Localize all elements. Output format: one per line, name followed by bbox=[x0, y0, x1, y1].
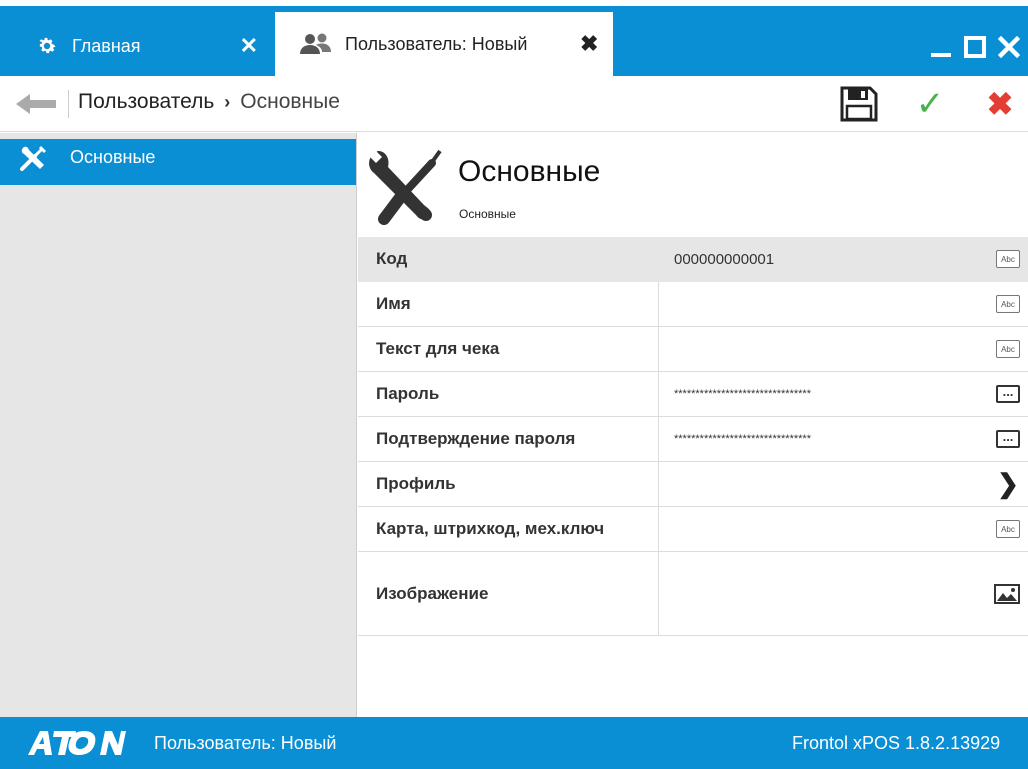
text-editor-icon[interactable]: Abc bbox=[996, 250, 1020, 268]
property-row-password-confirm[interactable]: Подтверждение пароля *******************… bbox=[358, 417, 1028, 462]
property-row-code[interactable]: Код 000000000001 Abc bbox=[358, 237, 1028, 282]
tab-home[interactable]: Главная ✕ bbox=[16, 16, 274, 76]
dots-label: ... bbox=[996, 385, 1020, 403]
back-button[interactable] bbox=[14, 88, 64, 120]
text-editor-icon[interactable]: Abc bbox=[996, 295, 1020, 313]
main-panel: Основные Основные Код 000000000001 Abc И… bbox=[358, 133, 1028, 717]
tools-icon bbox=[16, 145, 50, 173]
abc-label: Abc bbox=[996, 295, 1020, 313]
properties-list: Код 000000000001 Abc Имя Abc Текст для ч… bbox=[358, 237, 1028, 636]
property-row-profile[interactable]: Профиль ❯ bbox=[358, 462, 1028, 507]
breadcrumb-root[interactable]: Пользователь bbox=[78, 90, 214, 114]
property-name: Код bbox=[376, 249, 408, 268]
property-value[interactable]: ******************************** bbox=[674, 372, 811, 416]
breadcrumb-chevron-icon: › bbox=[224, 91, 231, 112]
abc-label: Abc bbox=[996, 340, 1020, 358]
property-row-receipt-text[interactable]: Текст для чека Abc bbox=[358, 327, 1028, 372]
minimize-icon[interactable] bbox=[928, 34, 954, 60]
users-icon bbox=[299, 32, 333, 56]
abc-label: Abc bbox=[996, 250, 1020, 268]
checkmark-icon: ✓ bbox=[915, 85, 945, 123]
section-title: Основные bbox=[458, 155, 601, 188]
property-value[interactable]: ******************************** bbox=[674, 417, 811, 461]
save-button[interactable] bbox=[838, 86, 878, 122]
password-editor-icon[interactable]: ... bbox=[996, 430, 1020, 448]
close-window-icon[interactable] bbox=[996, 34, 1022, 60]
tab-user-label: Пользователь: Новый bbox=[345, 33, 528, 54]
property-value[interactable]: 000000000001 bbox=[674, 237, 774, 281]
window-controls bbox=[928, 34, 1022, 60]
column-divider bbox=[658, 552, 659, 635]
status-bar: Пользователь: Новый Frontol xPOS 1.8.2.1… bbox=[0, 717, 1028, 769]
column-divider bbox=[658, 462, 659, 506]
breadcrumb-separator-line bbox=[68, 90, 69, 118]
tab-home-label: Главная bbox=[72, 35, 141, 56]
property-name: Карта, штрихкод, мех.ключ bbox=[376, 519, 605, 538]
back-arrow-icon bbox=[16, 94, 56, 114]
gear-icon bbox=[36, 35, 58, 57]
dots-label: ... bbox=[996, 430, 1020, 448]
sidebar: Основные bbox=[0, 133, 357, 717]
section-header: Основные Основные bbox=[358, 133, 1028, 237]
column-divider bbox=[658, 417, 659, 461]
tab-user[interactable]: Пользователь: Новый ✖ bbox=[275, 12, 613, 76]
property-row-name[interactable]: Имя Abc bbox=[358, 282, 1028, 327]
property-name: Подтверждение пароля bbox=[376, 429, 576, 448]
property-name: Изображение bbox=[376, 583, 489, 603]
tab-user-close-icon[interactable]: ✖ bbox=[580, 31, 598, 57]
title-bar: Главная ✕ Пользователь: Новый ✖ bbox=[0, 0, 1028, 76]
maximize-icon[interactable] bbox=[962, 34, 988, 60]
column-divider bbox=[658, 507, 659, 551]
property-name: Имя bbox=[376, 294, 411, 313]
abc-label: Abc bbox=[996, 520, 1020, 538]
column-divider bbox=[658, 372, 659, 416]
status-version-text: Frontol xPOS 1.8.2.13929 bbox=[792, 733, 1001, 753]
password-editor-icon[interactable]: ... bbox=[996, 385, 1020, 403]
property-name: Текст для чека bbox=[376, 339, 500, 358]
property-row-card[interactable]: Карта, штрихкод, мех.ключ Abc bbox=[358, 507, 1028, 552]
chevron-right-icon[interactable]: ❯ bbox=[996, 469, 1020, 500]
image-icon[interactable] bbox=[994, 583, 1020, 604]
cross-icon: ✖ bbox=[986, 86, 1014, 122]
status-left-text: Пользователь: Новый bbox=[154, 733, 337, 753]
cancel-button[interactable]: ✖ bbox=[980, 86, 1020, 122]
sidebar-item-main[interactable]: Основные bbox=[0, 139, 356, 185]
property-name: Пароль bbox=[376, 384, 440, 403]
toolbar: Пользователь › Основные ✓ ✖ bbox=[0, 76, 1028, 132]
floppy-disk-icon bbox=[840, 86, 878, 122]
column-divider bbox=[658, 282, 659, 326]
text-editor-icon[interactable]: Abc bbox=[996, 340, 1020, 358]
tools-large-icon bbox=[364, 145, 446, 229]
breadcrumb: Пользователь › Основные bbox=[78, 90, 340, 114]
property-row-password[interactable]: Пароль ******************************** … bbox=[358, 372, 1028, 417]
property-row-image[interactable]: Изображение bbox=[358, 552, 1028, 636]
sidebar-item-main-label: Основные bbox=[70, 146, 156, 167]
column-divider bbox=[658, 327, 659, 371]
property-name: Профиль bbox=[376, 474, 456, 493]
confirm-button[interactable]: ✓ bbox=[910, 86, 950, 122]
section-subtitle: Основные bbox=[459, 207, 516, 221]
breadcrumb-current: Основные bbox=[240, 90, 340, 113]
text-editor-icon[interactable]: Abc bbox=[996, 520, 1020, 538]
tab-home-close-icon[interactable]: ✕ bbox=[240, 33, 258, 59]
aton-logo bbox=[26, 729, 126, 764]
